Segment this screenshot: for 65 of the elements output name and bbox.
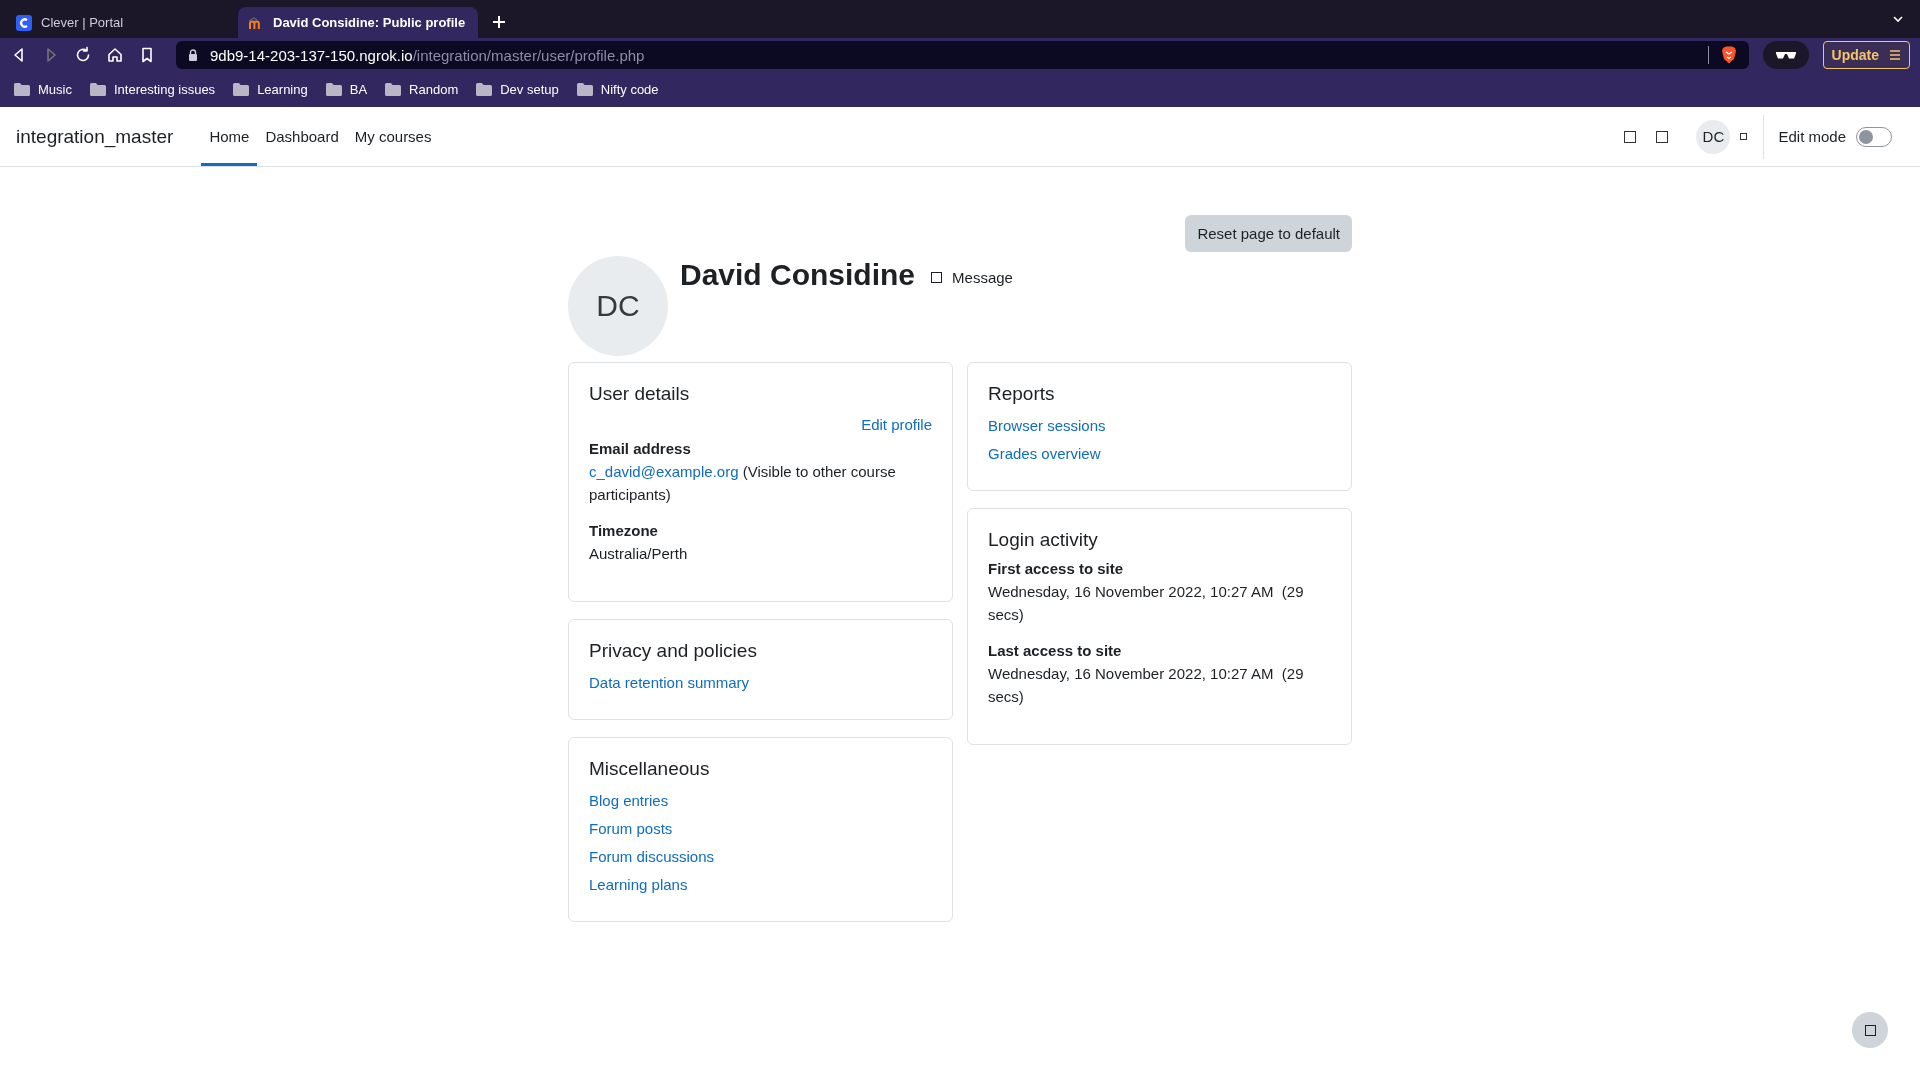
card-link[interactable]: Blog entries	[589, 787, 932, 815]
card-title: Reports	[988, 383, 1056, 405]
message-link[interactable]: Message	[952, 269, 1013, 286]
site-name[interactable]: integration_master	[16, 125, 174, 148]
card-title: User details	[589, 383, 691, 405]
folder-icon	[576, 83, 593, 96]
folder-icon	[233, 83, 250, 96]
profile-name: David Considine	[680, 258, 916, 292]
card-link[interactable]: Grades overview	[988, 440, 1331, 468]
profile-avatar: DC	[568, 256, 668, 356]
square-icon[interactable]	[1624, 130, 1637, 143]
lock-icon	[188, 49, 198, 61]
browser-tab[interactable]: Clever | Portal	[6, 7, 238, 38]
field-value: Australia/Perth	[589, 544, 689, 564]
folder-icon	[325, 83, 342, 96]
field-label: Email address	[589, 439, 692, 459]
url-text: 9db9-14-203-137-150.ngrok.io/integration/master/user/profile.php	[210, 46, 645, 64]
square-icon[interactable]	[1656, 130, 1669, 143]
card-link[interactable]: Browser sessions	[988, 412, 1331, 440]
bookmark-item[interactable]: Learning	[233, 82, 308, 97]
card-title: Login activity	[988, 529, 1099, 551]
bookmark-item[interactable]: Nifty code	[576, 82, 659, 97]
square-icon[interactable]	[1740, 133, 1748, 140]
field-label: Timezone	[589, 521, 659, 541]
update-button[interactable]: Update	[1822, 41, 1910, 69]
edit-mode-toggle[interactable]	[1856, 126, 1892, 147]
reload-icon[interactable]	[74, 46, 92, 64]
field-label: Last access to site	[988, 641, 1123, 661]
chevron-down-icon[interactable]	[1892, 13, 1904, 25]
field-value: Wednesday, 16 November 2022, 10:27 AM (29 secs)	[988, 582, 1305, 625]
field-label: First access to site	[988, 559, 1125, 579]
square-icon	[931, 272, 943, 283]
bookmark-item[interactable]: Music	[14, 82, 72, 97]
card-title: Miscellaneous	[589, 758, 711, 780]
folder-icon	[14, 83, 30, 96]
folder-icon	[385, 83, 402, 96]
card-title: Privacy and policies	[589, 640, 758, 662]
nav-tab[interactable]: My courses	[346, 110, 440, 166]
reset-page-button[interactable]: Reset page to default	[1185, 215, 1352, 252]
card-link[interactable]: Data retention summary	[589, 669, 932, 697]
app-logo-icon	[16, 14, 32, 31]
home-icon[interactable]	[106, 46, 124, 64]
edit-profile-link[interactable]: Edit profile	[861, 412, 932, 438]
card-link[interactable]: Learning plans	[589, 871, 932, 899]
nav-tab[interactable]: Dashboard	[257, 110, 347, 166]
bookmark-item[interactable]: BA	[325, 82, 368, 97]
user-avatar[interactable]: DC	[1696, 119, 1731, 154]
edit-mode-label: Edit mode	[1778, 128, 1846, 145]
address-bar[interactable]: 9db9-14-203-137-150.ngrok.io/integration/master/user/profile.php	[176, 41, 1749, 69]
bookmark-item[interactable]: Interesting issues	[89, 82, 216, 97]
browser-tab[interactable]: David Considine: Public profile	[238, 7, 478, 38]
folder-icon	[89, 83, 106, 96]
help-button[interactable]	[1852, 1012, 1888, 1048]
bookmark-item[interactable]: Random	[385, 82, 459, 97]
card-link[interactable]: Forum posts	[589, 815, 932, 843]
field-value: c_david@example.org (Visible to other course participants)	[589, 462, 897, 505]
field-value: Wednesday, 16 November 2022, 10:27 AM (29 secs)	[988, 664, 1305, 707]
email-link[interactable]: c_david@example.org	[589, 463, 739, 480]
sunglasses-icon[interactable]	[1762, 41, 1809, 69]
bookmark-item[interactable]: Dev setup	[476, 82, 559, 97]
new-tab-icon[interactable]	[492, 15, 506, 29]
menu-icon	[1889, 49, 1901, 61]
folder-icon	[476, 83, 493, 96]
card-link[interactable]: Forum discussions	[589, 843, 932, 871]
nav-tab[interactable]: Home	[201, 110, 258, 166]
